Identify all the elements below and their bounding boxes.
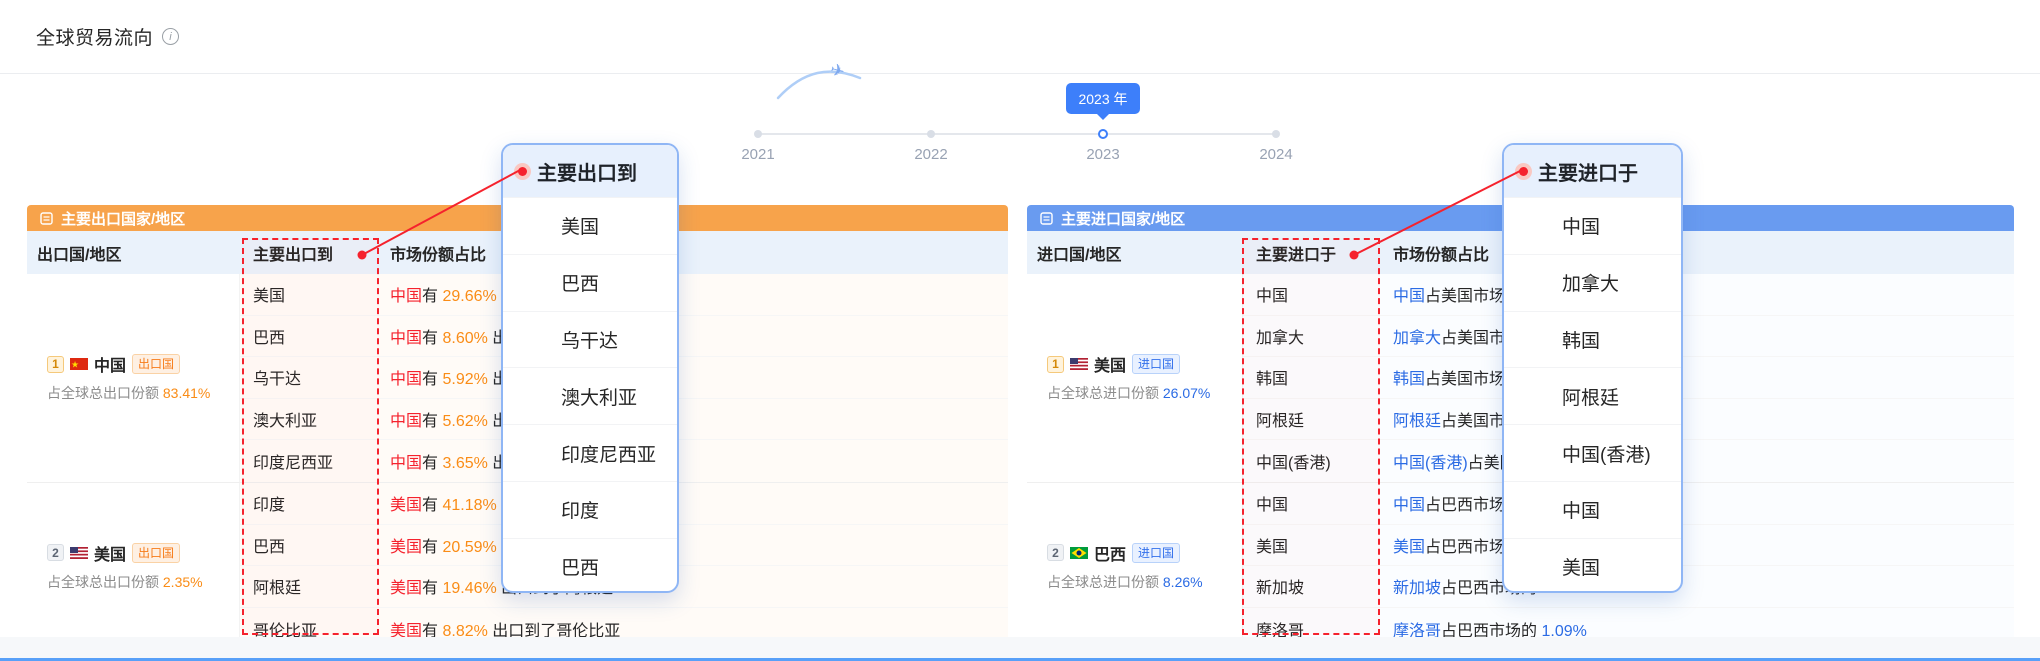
role-badge: 出口国 <box>132 543 180 563</box>
role-badge: 进口国 <box>1132 543 1180 563</box>
year-label-2022[interactable]: 2022 <box>901 146 961 163</box>
global-share: 占全球总进口份额 26.07% <box>1037 383 1242 403</box>
table-icon <box>1039 211 1054 226</box>
popup-item[interactable]: 巴西 <box>503 538 677 593</box>
info-icon[interactable]: i <box>162 28 179 45</box>
share-detail: 中国占巴西市场的 <box>1381 491 2014 515</box>
role-badge: 进口国 <box>1132 354 1180 374</box>
share-detail: 中国占美国市场的 <box>1381 282 2014 306</box>
import-country-cell: 1 美国 进口国 占全球总进口份额 26.07% <box>1027 274 1243 482</box>
slider-dot-2021[interactable] <box>754 130 762 138</box>
col-import-country: 进口国/地区 <box>1027 241 1243 265</box>
global-share: 占全球总进口份额 8.26% <box>1037 572 1242 592</box>
popup-item[interactable]: 巴西 <box>503 254 677 311</box>
share-detail: 新加坡占巴西市场的 <box>1381 574 2014 598</box>
col-export-country: 出口国/地区 <box>27 241 240 265</box>
highlight-export-to-column <box>242 238 379 635</box>
svg-text:★: ★ <box>71 360 79 370</box>
share-detail: 加拿大占美国市场的 <box>1381 324 2014 348</box>
year-label-2023[interactable]: 2023 <box>1073 146 1133 163</box>
popup-item[interactable]: 印度 <box>503 481 677 538</box>
import-popup-header: 主要进口于 <box>1504 145 1681 197</box>
share-detail: 中国(香港)占美国市场的 <box>1381 449 2014 473</box>
export-table-title: 主要出口国家/地区 <box>61 208 185 229</box>
country-name: 美国 <box>1094 352 1126 376</box>
rank-badge: 1 <box>47 356 64 373</box>
svg-text:✈: ✈ <box>828 60 846 82</box>
popup-item[interactable]: 阿根廷 <box>1504 367 1681 424</box>
global-share: 占全球总出口份额 2.35% <box>37 572 239 592</box>
share-detail: 美国有 19.46% 出口到了阿根廷 <box>378 574 1008 598</box>
export-country-cell: 1 ★ 中国 出口国 占全球总出口份额 83.41% <box>27 274 240 482</box>
popup-item[interactable]: 韩国 <box>1504 311 1681 368</box>
share-detail: 中国有 29.66% 出口到了美国 <box>378 282 1008 306</box>
share-detail: 美国占巴西市场的 <box>1381 533 2014 557</box>
popup-item[interactable]: 美国 <box>503 197 677 254</box>
plane-icon: ✈ <box>772 58 864 104</box>
share-detail: 韩国占美国市场的 <box>1381 365 2014 389</box>
import-popup-title: 主要进口于 <box>1538 157 1638 186</box>
col-export-share: 市场份额占比 <box>378 241 1008 265</box>
year-tooltip: 2023 年 <box>1066 83 1140 114</box>
rank-badge: 2 <box>1047 544 1064 561</box>
year-label-2024[interactable]: 2024 <box>1246 146 1306 163</box>
slider-dot-2024[interactable] <box>1272 130 1280 138</box>
popup-item[interactable]: 美国 <box>1504 538 1681 593</box>
share-detail: 美国有 41.18% 出口到了印度 <box>378 491 1008 515</box>
country-name: 中国 <box>94 352 126 376</box>
target-icon <box>518 167 527 176</box>
slider-dot-2023[interactable] <box>1098 129 1108 139</box>
popup-item[interactable]: 中国 <box>1504 481 1681 538</box>
share-detail: 阿根廷占美国市场的 <box>1381 407 2014 431</box>
flag-us-icon <box>1070 358 1088 370</box>
table-icon <box>39 211 54 226</box>
global-share: 占全球总出口份额 83.41% <box>37 383 239 403</box>
top-bar: 全球贸易流向 i <box>0 0 2040 74</box>
col-import-share: 市场份额占比 <box>1381 241 2014 265</box>
popup-item[interactable]: 中国(香港) <box>1504 424 1681 481</box>
popup-item[interactable]: 澳大利亚 <box>503 367 677 424</box>
share-detail: 美国有 8.82% 出口到了哥伦比亚 <box>378 617 1008 637</box>
export-country-cell: 2 美国 出口国 占全球总出口份额 2.35% <box>27 483 240 637</box>
import-popup: 主要进口于 中国 加拿大 韩国 阿根廷 中国(香港) 中国 美国 <box>1502 143 1683 593</box>
page-title: 全球贸易流向 <box>36 23 153 50</box>
rank-badge: 2 <box>47 544 64 561</box>
rank-badge: 1 <box>1047 356 1064 373</box>
share-detail: 中国有 5.62% 出口到了澳大利亚 <box>378 407 1008 431</box>
export-popup: 主要出口到 美国 巴西 乌干达 澳大利亚 印度尼西亚 印度 巴西 <box>501 143 679 593</box>
country-name: 美国 <box>94 541 126 565</box>
target-icon <box>1519 167 1528 176</box>
import-table-title: 主要进口国家/地区 <box>1061 208 1185 229</box>
export-popup-header: 主要出口到 <box>503 145 677 197</box>
import-country-cell: 2 巴西 进口国 占全球总进口份额 8.26% <box>1027 483 1243 637</box>
slider-track[interactable] <box>758 133 1276 135</box>
flag-br-icon <box>1070 547 1088 559</box>
share-detail: 中国有 5.92% 出口到了乌干达 <box>378 365 1008 389</box>
highlight-import-from-column <box>1242 238 1380 635</box>
role-badge: 出口国 <box>132 354 180 374</box>
country-name: 巴西 <box>1094 541 1126 565</box>
year-label-2021[interactable]: 2021 <box>728 146 788 163</box>
popup-item[interactable]: 中国 <box>1504 197 1681 254</box>
share-detail: 美国有 20.59% 出口到了巴西 <box>378 533 1008 557</box>
popup-item[interactable]: 印度尼西亚 <box>503 424 677 481</box>
share-detail: 中国有 8.60% 出口到了巴西 <box>378 324 1008 348</box>
export-popup-title: 主要出口到 <box>537 157 637 186</box>
slider-dot-2022[interactable] <box>927 130 935 138</box>
popup-item[interactable]: 加拿大 <box>1504 254 1681 311</box>
share-detail: 中国有 3.65% 出口到了印度尼西亚 <box>378 449 1008 473</box>
share-detail: 摩洛哥占巴西市场的 1.09% <box>1381 617 2014 637</box>
flag-cn-icon: ★ <box>70 358 88 370</box>
popup-item[interactable]: 乌干达 <box>503 311 677 368</box>
flag-us-icon <box>70 547 88 559</box>
